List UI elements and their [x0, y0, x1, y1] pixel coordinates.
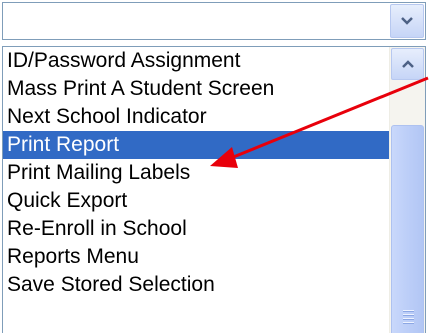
chevron-down-icon [401, 17, 413, 25]
list-item[interactable]: Re-Enroll in School [3, 215, 389, 243]
grip-icon [403, 310, 414, 326]
list-item[interactable]: Save Stored Selection [3, 271, 389, 299]
dropdown-button[interactable] [390, 4, 424, 38]
command-select[interactable] [2, 2, 426, 40]
list-item[interactable]: Next School Indicator [3, 103, 389, 131]
function-listbox[interactable]: ID/Password Assignment Mass Print A Stud… [2, 46, 426, 333]
list-item[interactable]: Mass Print A Student Screen [3, 75, 389, 103]
list-item[interactable]: Print Mailing Labels [3, 159, 389, 187]
list-item[interactable]: Quick Export [3, 187, 389, 215]
scroll-thumb[interactable] [391, 125, 424, 333]
vertical-scrollbar[interactable] [389, 47, 425, 333]
chevron-up-icon [401, 60, 414, 68]
list-item-selected[interactable]: Print Report [3, 131, 389, 159]
scroll-up-button[interactable] [391, 48, 424, 80]
list-item[interactable]: ID/Password Assignment [3, 47, 389, 75]
list-item[interactable]: Reports Menu [3, 243, 389, 271]
listbox-items: ID/Password Assignment Mass Print A Stud… [3, 47, 389, 299]
